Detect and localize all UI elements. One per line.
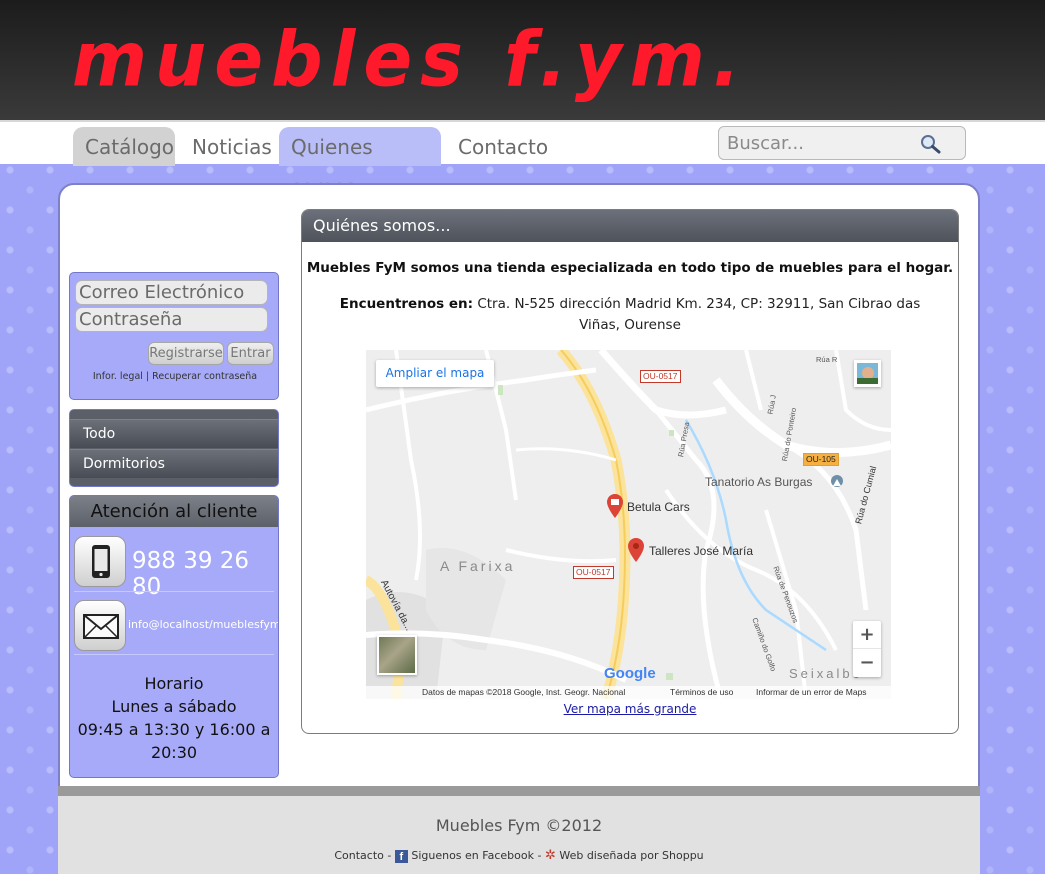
phone-icon xyxy=(74,536,126,587)
email-link[interactable]: info@localhost/mueblesfym xyxy=(128,618,278,631)
address-text: Encuentrenos en: Ctra. N-525 dirección M… xyxy=(322,294,938,336)
tab-contacto[interactable]: Contacto xyxy=(446,127,552,166)
password-field[interactable] xyxy=(75,307,268,332)
avatar[interactable] xyxy=(854,360,881,387)
map-pin-icon[interactable] xyxy=(627,537,645,563)
divider xyxy=(74,591,274,592)
schedule-days: Lunes a sábado xyxy=(111,697,237,716)
site-header: muebles f.ym. xyxy=(0,0,1045,120)
footer-links: Contacto - f Siguenos en Facebook - ✲ We… xyxy=(334,848,704,863)
category-item-todo[interactable]: Todo xyxy=(70,419,278,448)
search-box xyxy=(718,126,966,160)
zoom-controls: + − xyxy=(853,621,881,677)
site-footer: Muebles Fym ©2012 Contacto - f Siguenos … xyxy=(58,786,980,874)
main-nav: Catálogo Noticias Quienes somos Contacto xyxy=(0,120,1045,199)
copyright: Muebles Fym ©2012 xyxy=(435,816,603,835)
schedule: Horario Lunes a sábado 09:45 a 13:30 y 1… xyxy=(70,672,278,764)
map-area-label: A Farixa xyxy=(440,558,516,574)
tab-catalogo[interactable]: Catálogo xyxy=(73,127,175,166)
customer-service-box: Atención al cliente 988 39 26 80 info@lo… xyxy=(69,495,279,778)
tab-quienes-somos[interactable]: Quienes somos xyxy=(279,127,441,199)
site-logo[interactable]: muebles f.ym. xyxy=(72,12,748,107)
google-logo: Google xyxy=(604,665,656,682)
address-value: Ctra. N-525 dirección Madrid Km. 234, CP… xyxy=(477,296,921,333)
map-attribution: Datos de mapas ©2018 Google, Inst. Geogr… xyxy=(422,687,626,697)
schedule-title: Horario xyxy=(144,674,204,693)
map-report-link[interactable]: Informar de un error de Maps xyxy=(756,686,867,699)
map-place-label[interactable]: Talleres José María xyxy=(649,544,753,558)
tab-noticias[interactable]: Noticias xyxy=(180,127,276,166)
schedule-hours: 09:45 a 13:30 y 16:00 a 20:30 xyxy=(77,720,271,762)
enlarge-map-button[interactable]: Ampliar el mapa xyxy=(376,360,494,387)
intro-text: Muebles FyM somos una tienda especializa… xyxy=(306,260,954,276)
zoom-in-button[interactable]: + xyxy=(853,621,881,649)
road-tag: OU-105 xyxy=(803,453,839,466)
map-roads xyxy=(366,350,891,699)
category-menu: Todo Dormitorios xyxy=(69,409,279,487)
bigger-map-link[interactable]: Ver mapa más grande xyxy=(301,702,959,716)
link-separator: | xyxy=(145,371,150,382)
road-tag: OU-0517 xyxy=(640,370,681,383)
enter-button[interactable]: Entrar xyxy=(227,342,274,365)
register-button[interactable]: Registrarse xyxy=(148,342,224,365)
facebook-icon[interactable]: f xyxy=(394,850,408,863)
email-field[interactable] xyxy=(75,280,268,305)
shoppu-icon: ✲ xyxy=(544,848,556,863)
footer-contact-link[interactable]: Contacto xyxy=(334,849,384,862)
map-terms-link[interactable]: Términos de uso xyxy=(670,686,733,699)
map-pin-icon[interactable] xyxy=(606,493,624,519)
search-icon[interactable] xyxy=(919,133,941,155)
recover-password-link[interactable]: Recuperar contraseña xyxy=(152,371,257,382)
facebook-link[interactable]: Siguenos en Facebook xyxy=(411,849,534,862)
login-links: Infor. legal | Recuperar contraseña xyxy=(70,371,280,382)
search-input[interactable] xyxy=(727,129,917,157)
category-item-dormitorios[interactable]: Dormitorios xyxy=(70,449,278,478)
panel-title: Quiénes somos... xyxy=(302,210,958,242)
road-tag: OU-0517 xyxy=(573,566,614,579)
customer-service-title: Atención al cliente xyxy=(70,496,278,527)
street-label: Rúa R xyxy=(816,355,838,364)
map-place-label[interactable]: Tanatorio As Burgas xyxy=(705,475,812,489)
embedded-map[interactable]: Ampliar el mapa OU-0517 OU-0517 OU-105 R… xyxy=(366,350,891,699)
designer-link[interactable]: Web diseñada por Shoppu xyxy=(559,849,703,862)
satellite-toggle[interactable] xyxy=(377,635,417,675)
zoom-out-button[interactable]: − xyxy=(853,649,881,677)
map-area-label: Seixalbo xyxy=(789,666,863,681)
phone-number: 988 39 26 80 xyxy=(132,548,250,600)
map-place-label[interactable]: Betula Cars xyxy=(627,500,690,514)
mail-icon xyxy=(74,600,126,651)
place-icon xyxy=(831,475,843,487)
legal-link[interactable]: Infor. legal xyxy=(93,371,143,382)
address-label: Encuentrenos en: xyxy=(339,296,474,312)
login-form: Registrarse Entrar Infor. legal | Recupe… xyxy=(69,272,279,400)
map-attribution-bar: Datos de mapas ©2018 Google, Inst. Geogr… xyxy=(366,686,891,699)
divider xyxy=(74,654,274,655)
